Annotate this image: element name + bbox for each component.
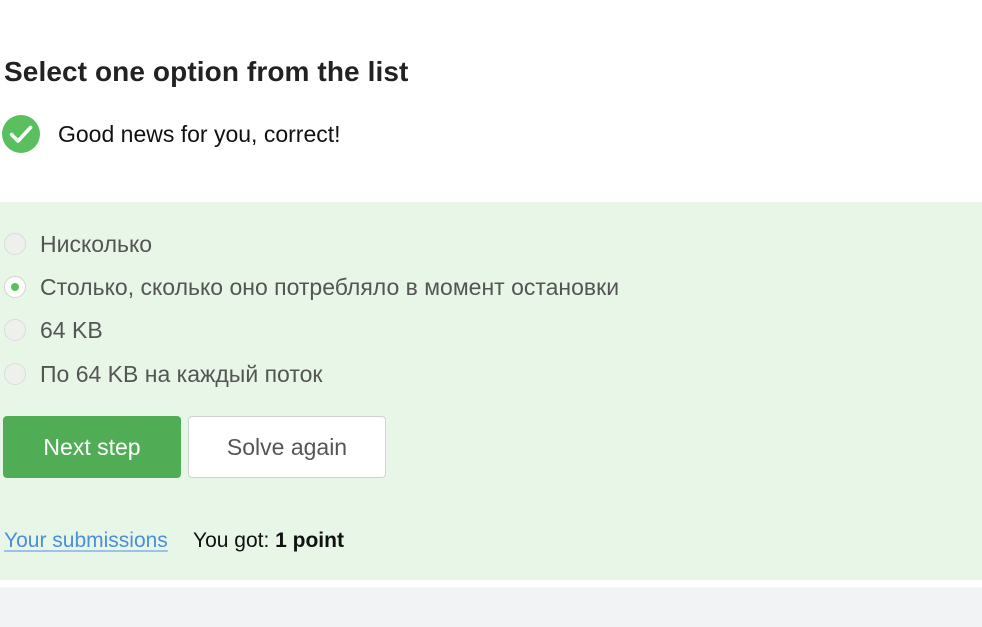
quiz-panel: Нисколько Столько, сколько оно потреблял… <box>0 202 982 580</box>
radio-selected-dot <box>11 283 19 291</box>
solve-again-button[interactable]: Solve again <box>188 416 386 478</box>
option-label: Нисколько <box>40 231 153 257</box>
score-text: You got: 1 point <box>193 527 344 555</box>
radio-button[interactable] <box>4 319 26 341</box>
score-value: 1 point <box>275 529 344 552</box>
radio-button-selected[interactable] <box>4 276 26 298</box>
quiz-page: Select one option from the list Good new… <box>0 0 982 627</box>
next-step-button[interactable]: Next step <box>3 416 181 478</box>
option-label: По 64 KB на каждый поток <box>40 361 323 387</box>
feedback-correct: Good news for you, correct! <box>2 115 341 153</box>
option-1[interactable]: Нисколько <box>4 231 152 257</box>
option-3[interactable]: 64 KB <box>4 317 103 343</box>
option-label: Столько, сколько оно потребляло в момент… <box>40 274 620 300</box>
radio-button[interactable] <box>4 363 26 385</box>
page-title: Select one option from the list <box>4 56 409 87</box>
option-4[interactable]: По 64 KB на каждый поток <box>4 361 322 387</box>
option-label: 64 KB <box>40 317 103 343</box>
footer-bar <box>0 587 982 627</box>
feedback-message: Good news for you, correct! <box>58 121 341 147</box>
your-submissions-link[interactable]: Your submissions <box>4 527 168 555</box>
check-circle-icon <box>2 115 40 153</box>
option-2[interactable]: Столько, сколько оно потребляло в момент… <box>4 274 619 300</box>
score-prefix: You got: <box>193 529 276 552</box>
radio-button[interactable] <box>4 233 26 255</box>
